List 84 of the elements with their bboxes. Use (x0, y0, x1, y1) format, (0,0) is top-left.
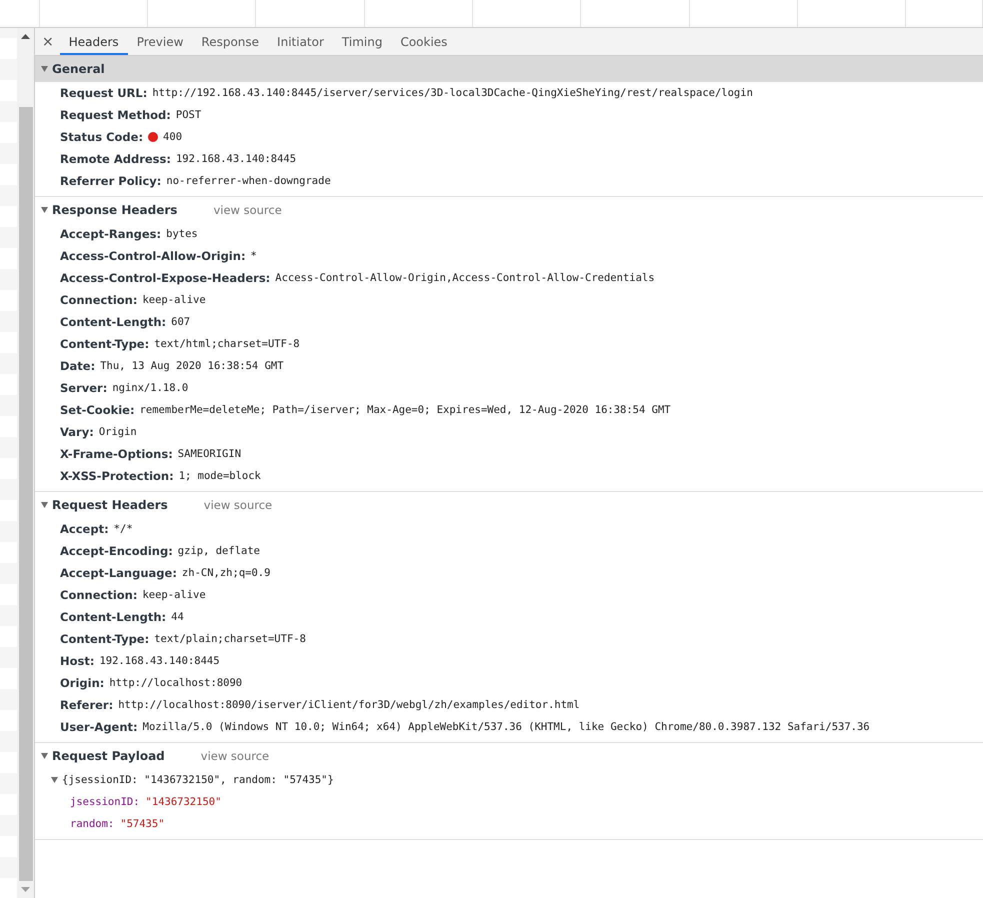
expand-triangle-icon[interactable] (41, 66, 48, 72)
header-name: Host: (60, 654, 94, 668)
header-name: X-Frame-Options: (60, 447, 173, 461)
tab[interactable]: Initiator (268, 28, 333, 55)
header-name: Accept-Encoding: (60, 544, 173, 558)
header-name: User-Agent: (60, 720, 138, 734)
payload-value: "57435" (120, 818, 165, 830)
header-name: Connection: (60, 588, 138, 602)
header-name: Set-Cookie: (60, 403, 135, 417)
header-name: Access-Control-Allow-Origin: (60, 249, 246, 263)
header-value: 400 (163, 131, 182, 143)
header-value: http://localhost:8090 (109, 677, 242, 689)
header-value: no-referrer-when-downgrade (166, 175, 331, 187)
header-name: Connection: (60, 293, 138, 307)
header-name: Content-Type: (60, 632, 150, 646)
header-name: Content-Length: (60, 610, 166, 624)
header-value: 192.168.43.140:8445 (176, 153, 296, 165)
payload-summary: {jsessionID: "1436732150", random: "57435"} (62, 774, 334, 786)
header-name: Content-Length: (60, 315, 166, 329)
scrollbar-thumb[interactable] (18, 107, 32, 881)
section-title: Request Payload (52, 749, 165, 763)
section-title: General (52, 62, 105, 76)
section-header[interactable]: Request Payload view source (35, 743, 983, 769)
header-value: bytes (166, 228, 198, 240)
header-value: Origin (98, 426, 137, 438)
header-value: Thu, 13 Aug 2020 16:38:54 GMT (100, 360, 284, 372)
header-name: Accept-Ranges: (60, 227, 162, 241)
payload-value: "1436732150" (146, 796, 222, 808)
header-name: Origin: (60, 676, 104, 690)
header-name: Access-Control-Expose-Headers: (60, 271, 270, 285)
section-header[interactable]: General (35, 56, 983, 82)
header-value: Access-Control-Allow-Origin,Access-Control-Allow-Credentials (275, 272, 655, 284)
header-value: 44 (171, 611, 184, 623)
header-name: Accept-Language: (60, 566, 177, 580)
header-value: Mozilla/5.0 (Windows NT 10.0; Win64; x64) AppleWebKit/537.36 (KHTML, like Gecko) Chrome/80.0.3987.132 Safari/537.36 (142, 721, 870, 733)
expand-triangle-icon[interactable] (41, 753, 48, 759)
tab[interactable]: Response (192, 28, 268, 55)
scrollbar[interactable] (17, 28, 34, 898)
section-title: Response Headers (52, 203, 178, 217)
header-value: gzip, deflate (178, 545, 260, 557)
section-title: Request Headers (52, 498, 168, 512)
header-value: * (250, 250, 257, 262)
expand-triangle-icon[interactable] (41, 207, 48, 213)
header-value: http://192.168.43.140:8445/iserver/services/3D-local3DCache-QingXieSheYing/rest/realspace/login (152, 87, 753, 99)
header-value: SAMEORIGIN (178, 448, 242, 460)
header-value: zh-CN,zh;q=0.9 (182, 567, 270, 579)
header-name: Accept: (60, 522, 109, 536)
header-name: Server: (60, 381, 108, 395)
header-value: keep-alive (142, 294, 206, 306)
expand-triangle-icon[interactable] (41, 502, 48, 508)
close-button[interactable]: × (35, 28, 60, 55)
header-value: */* (114, 523, 133, 535)
header-name: Date: (60, 359, 96, 373)
header-value: POST (176, 109, 202, 121)
payload-key: jsessionID: (70, 796, 140, 808)
header-value: text/plain;charset=UTF-8 (154, 633, 306, 645)
header-value: nginx/1.18.0 (112, 382, 188, 394)
view-source-link[interactable]: view source (204, 498, 272, 512)
tab[interactable]: Preview (128, 28, 192, 55)
header-name: Remote Address: (60, 152, 171, 166)
header-name: Referer: (60, 698, 114, 712)
header-value: 1; mode=block (178, 470, 261, 482)
tab[interactable]: Timing (332, 28, 392, 55)
header-value: text/html;charset=UTF-8 (154, 338, 300, 350)
header-value: 192.168.43.140:8445 (99, 655, 220, 667)
header-value: keep-alive (142, 589, 206, 601)
header-name: X-XSS-Protection: (60, 469, 174, 483)
section-header[interactable]: Response Headers view source (35, 197, 983, 223)
header-name: Request Method: (60, 108, 171, 122)
view-source-link[interactable]: view source (213, 203, 282, 217)
header-name: Status Code: (60, 130, 144, 144)
expand-triangle-icon[interactable] (51, 777, 58, 783)
header-name: Request URL: (60, 86, 148, 100)
payload-key: random: (70, 818, 114, 830)
header-name: Vary: (60, 425, 94, 439)
section-header[interactable]: Request Headers view source (35, 492, 983, 518)
header-name: Referrer Policy: (60, 174, 162, 188)
view-source-link[interactable]: view source (200, 749, 270, 763)
scroll-up-icon[interactable] (21, 34, 30, 39)
header-value: rememberMe=deleteMe; Path=/iserver; Max-Age=0; Expires=Wed, 12-Aug-2020 16:38:54 GMT (140, 404, 671, 416)
tab[interactable]: Cookies (391, 28, 456, 55)
header-name: Content-Type: (60, 337, 150, 351)
header-value: http://localhost:8090/iserver/iClient/for3D/webgl/zh/examples/editor.html (118, 699, 580, 711)
header-value: 607 (171, 316, 190, 328)
